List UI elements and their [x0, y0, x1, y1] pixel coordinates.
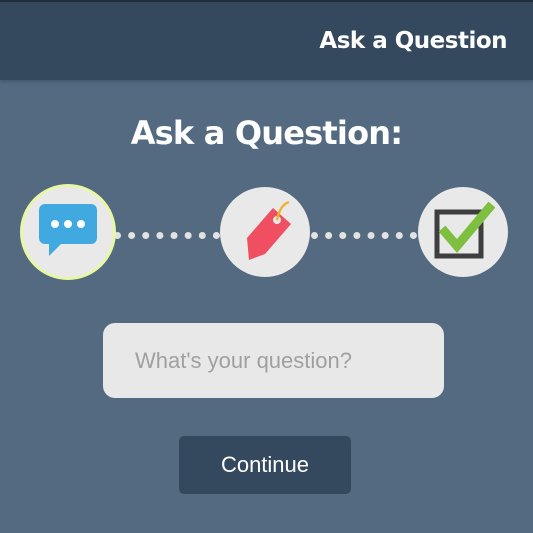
- question-input[interactable]: [103, 323, 444, 398]
- step-connector: [311, 232, 417, 239]
- progress-stepper: [0, 184, 533, 280]
- step-add-tags[interactable]: [220, 187, 310, 277]
- top-bar: Ask a Question: [0, 0, 533, 80]
- checkbox-checked-icon: [431, 198, 496, 267]
- step-ask-question[interactable]: [20, 184, 116, 280]
- step-connector: [114, 232, 220, 239]
- tag-icon: [233, 198, 297, 267]
- page-title: Ask a Question:: [130, 114, 403, 152]
- speech-bubble-icon: [37, 202, 99, 263]
- header-title: Ask a Question: [319, 28, 507, 54]
- continue-button[interactable]: Continue: [179, 436, 351, 494]
- step-confirm[interactable]: [418, 187, 508, 277]
